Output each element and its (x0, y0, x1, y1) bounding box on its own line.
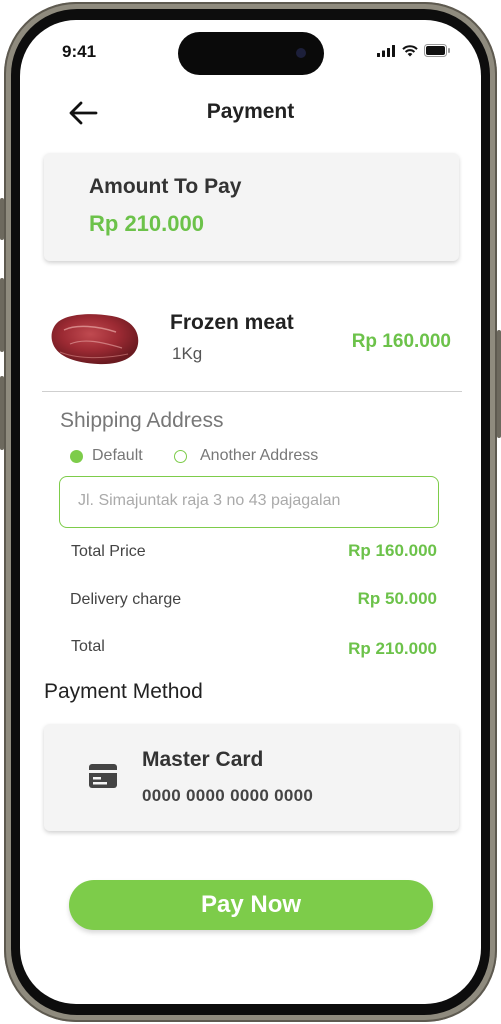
address-input-text: Jl. Simajuntak raja 3 no 43 pajagalan (78, 492, 341, 509)
amount-card: Amount To Pay Rp 210.000 (44, 153, 459, 261)
product-price: Rp 160.000 (351, 331, 451, 352)
summary-value-total: Rp 210.000 (348, 639, 437, 658)
summary-value-delivery: Rp 50.000 (357, 589, 437, 608)
payment-method-title: Payment Method (44, 680, 203, 703)
power-button (497, 330, 501, 438)
amount-label: Amount To Pay (89, 175, 242, 198)
card-name: Master Card (142, 748, 264, 771)
credit-card-icon (89, 764, 117, 788)
status-icons (377, 44, 451, 57)
signal-icon (377, 44, 395, 57)
pay-now-label: Pay Now (200, 891, 302, 918)
radio-unselected-icon (174, 449, 187, 463)
meat-image (51, 314, 139, 365)
battery-icon (424, 44, 450, 57)
amount-value: Rp 210.000 (89, 211, 204, 236)
camera-icon (296, 48, 306, 58)
radio-another-address[interactable]: Another Address (174, 446, 318, 466)
card-number: 0000 0000 0000 0000 (142, 786, 314, 805)
radio-selected-icon (70, 449, 83, 463)
product-name: Frozen meat (170, 311, 294, 334)
page-title: Payment (206, 100, 295, 123)
summary-label-delivery: Delivery charge (70, 591, 182, 608)
summary-label-total: Total (71, 638, 105, 655)
address-input[interactable]: Jl. Simajuntak raja 3 no 43 pajagalan (59, 476, 439, 528)
radio-default[interactable]: Default (70, 446, 143, 466)
app-screen: 9:41 Payment Amount To Pay Rp 210.000 Fr… (20, 20, 481, 1004)
pay-now-button[interactable]: Pay Now (69, 880, 433, 930)
status-time: 9:41 (62, 42, 97, 61)
volume-up-button (0, 278, 4, 352)
wifi-icon (402, 44, 418, 56)
action-button (0, 198, 4, 240)
shipping-title: Shipping Address (60, 409, 224, 432)
product-row[interactable]: Frozen meat 1Kg Rp 160.000 (42, 302, 462, 382)
product-quantity: 1Kg (172, 344, 203, 363)
payment-card[interactable]: Master Card 0000 0000 0000 0000 (44, 724, 459, 831)
radio-default-label: Default (92, 447, 143, 464)
radio-another-label: Another Address (200, 447, 319, 464)
divider (42, 391, 462, 392)
dynamic-island (178, 32, 324, 75)
summary-value-total-price: Rp 160.000 (348, 541, 437, 560)
volume-down-button (0, 376, 4, 450)
summary-label-total-price: Total Price (71, 543, 146, 560)
